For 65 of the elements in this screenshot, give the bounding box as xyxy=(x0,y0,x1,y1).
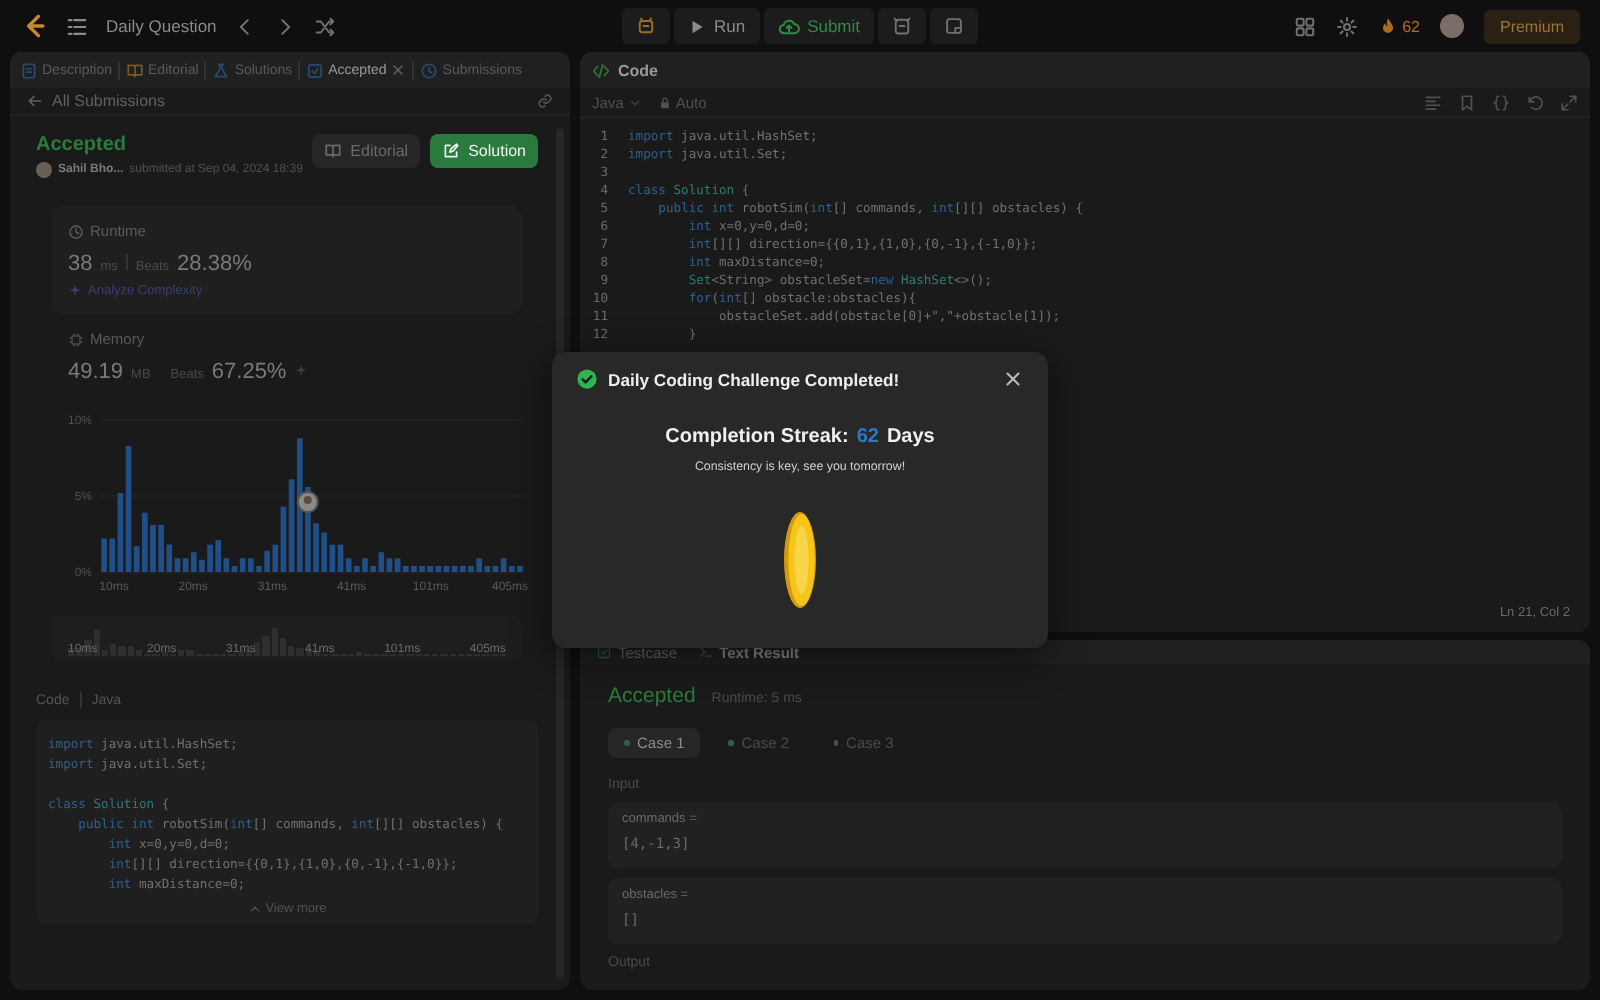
edit-icon xyxy=(442,142,461,160)
braces-icon[interactable] xyxy=(1492,93,1510,111)
undo-icon[interactable] xyxy=(1526,93,1544,111)
flask-icon xyxy=(212,61,231,79)
streak-unit: Days xyxy=(886,426,935,448)
sparkle-icon xyxy=(68,284,82,298)
user-avatar xyxy=(36,162,52,178)
premium-button[interactable]: Premium xyxy=(1483,9,1580,43)
link-icon[interactable] xyxy=(536,92,554,110)
code-icon xyxy=(592,61,610,79)
user-avatar-marker[interactable] xyxy=(296,491,319,514)
timer-button[interactable] xyxy=(878,8,927,44)
pass-dot-icon xyxy=(833,740,839,746)
lock-icon xyxy=(657,95,672,109)
grid-icon[interactable] xyxy=(1294,15,1317,37)
streak-days: 62 xyxy=(856,426,879,448)
shuffle-icon[interactable] xyxy=(314,15,337,37)
flame-icon xyxy=(1378,16,1399,36)
clock-icon xyxy=(68,223,84,239)
beats-percent: 28.38% xyxy=(177,252,252,276)
pass-dot-icon xyxy=(728,740,734,746)
chip-icon xyxy=(68,331,84,347)
document-icon xyxy=(20,61,38,79)
memory-value: 49.19 xyxy=(68,360,124,384)
avatar[interactable] xyxy=(1439,14,1464,38)
editorial-button[interactable]: Editorial xyxy=(312,134,421,168)
cloud-upload-icon xyxy=(777,15,800,37)
close-icon[interactable] xyxy=(1002,368,1024,390)
beats-percent: 67.25% xyxy=(211,360,287,384)
note-icon xyxy=(944,16,965,36)
status-text: Accepted xyxy=(36,134,129,156)
pass-dot-icon xyxy=(624,740,629,746)
problem-list-link[interactable]: Daily Question xyxy=(106,16,217,36)
streak-count[interactable]: 62 xyxy=(1402,17,1420,35)
chevron-up-icon xyxy=(247,902,262,916)
expand-icon[interactable] xyxy=(1560,93,1578,111)
panel-title: Code xyxy=(618,61,658,79)
debug-button[interactable] xyxy=(621,8,670,44)
bookmark-icon[interactable] xyxy=(1458,93,1476,111)
terminal-icon xyxy=(697,644,714,660)
check-square-icon xyxy=(596,644,612,660)
book-icon xyxy=(126,61,145,79)
format-lines-icon[interactable] xyxy=(1424,93,1442,111)
coin-drawing xyxy=(782,510,818,610)
settings-icon[interactable] xyxy=(1336,15,1359,37)
submit-button[interactable]: Submit xyxy=(763,8,875,44)
run-button[interactable]: Run xyxy=(673,8,760,44)
book-icon xyxy=(324,142,343,160)
dialog-title: Daily Coding Challenge Completed! xyxy=(608,369,902,389)
list-icon[interactable] xyxy=(66,15,88,37)
runtime-value: 38 xyxy=(68,252,93,276)
notes-button[interactable] xyxy=(930,8,979,44)
all-submissions-link[interactable]: All Submissions xyxy=(26,92,165,110)
alarm-clock-icon xyxy=(892,16,913,36)
solution-button[interactable]: Solution xyxy=(430,134,538,168)
clock-icon xyxy=(420,61,439,79)
sparkle-icon xyxy=(294,364,309,378)
play-icon xyxy=(687,17,706,35)
caret-icon xyxy=(627,95,642,109)
back-arrow-icon xyxy=(26,92,44,110)
check-square-icon xyxy=(306,61,325,79)
check-circle-icon xyxy=(576,368,598,390)
streak-label: Completion Streak: xyxy=(665,426,849,448)
status-text: Accepted xyxy=(608,684,696,708)
bug-icon xyxy=(635,16,656,36)
